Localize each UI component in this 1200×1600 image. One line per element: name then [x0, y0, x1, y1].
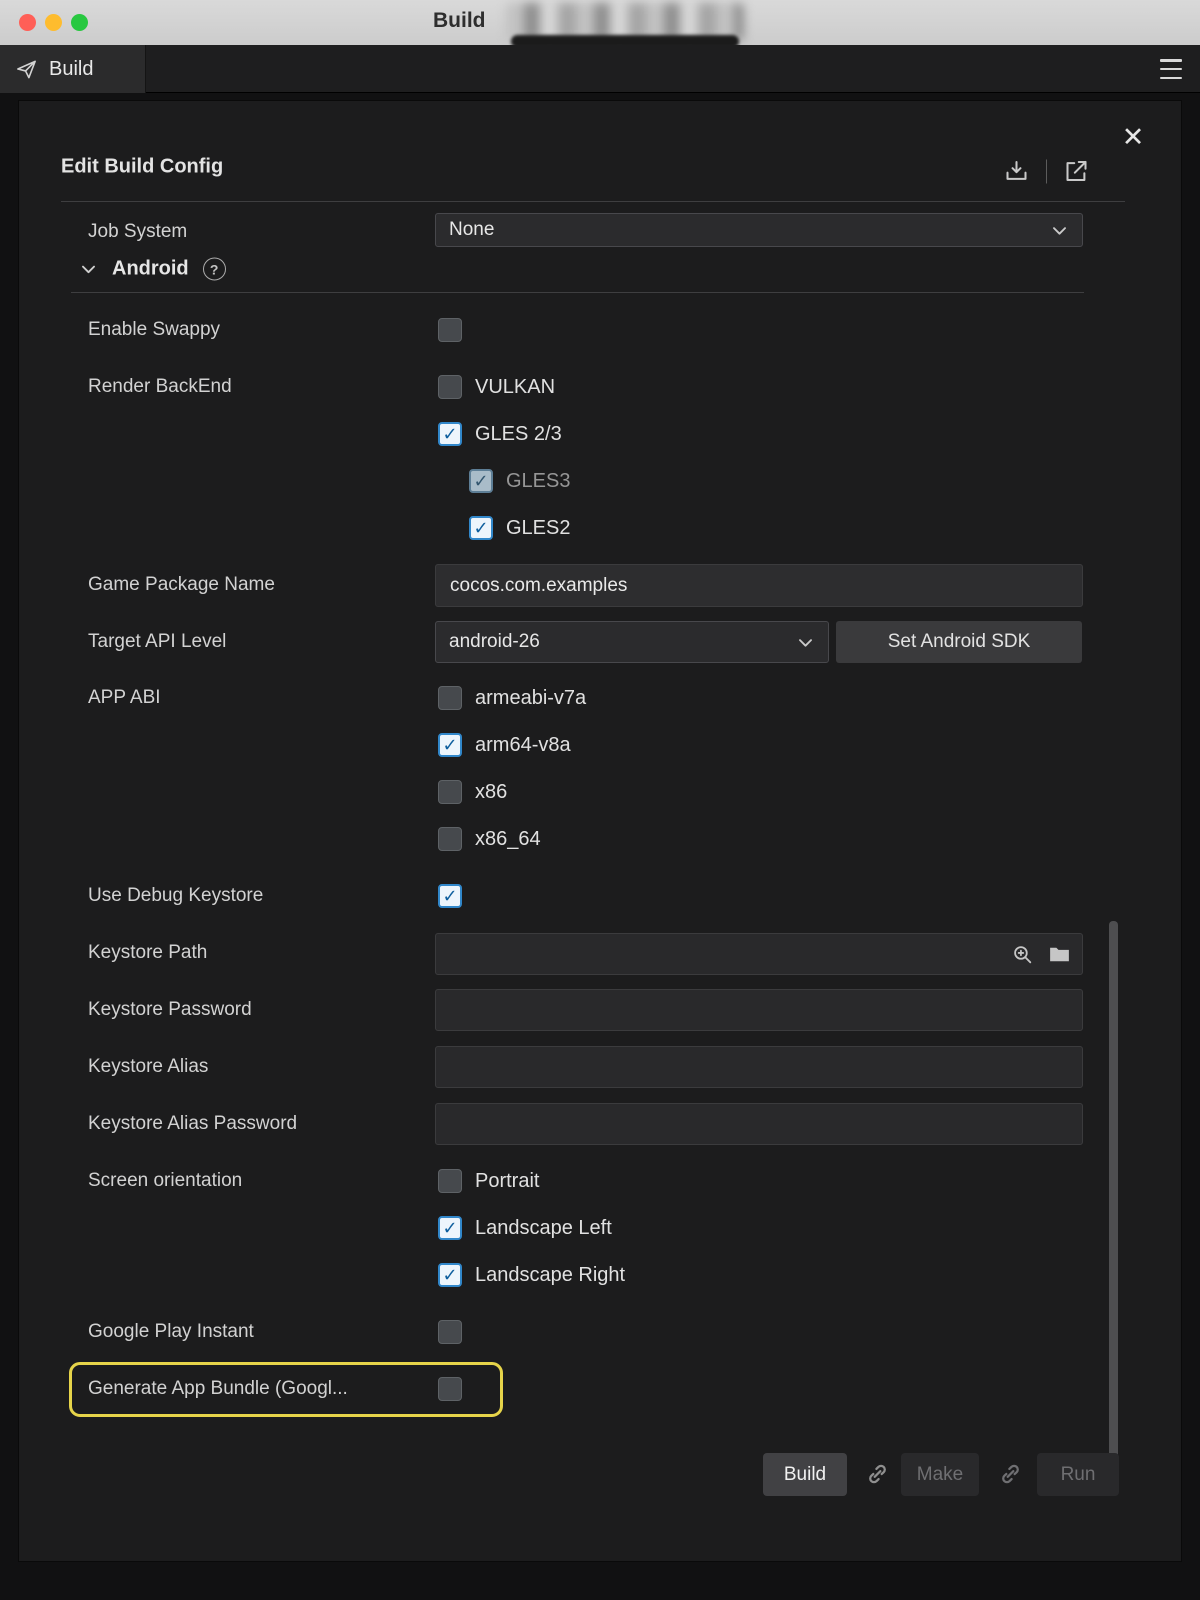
- keystore-password-label: Keystore Password: [88, 999, 252, 1021]
- render-backend-vulkan-row: VULKAN: [438, 375, 555, 399]
- x86-checkbox[interactable]: [438, 780, 462, 804]
- vulkan-label: VULKAN: [475, 376, 555, 399]
- job-system-select[interactable]: None: [435, 213, 1083, 247]
- target-api-level-select[interactable]: android-26: [435, 621, 829, 663]
- enable-swappy-row: [438, 318, 462, 342]
- target-api-level-value: android-26: [449, 631, 540, 653]
- x86-label: x86: [475, 781, 507, 804]
- run-button[interactable]: Run: [1037, 1453, 1119, 1496]
- enable-swappy-checkbox[interactable]: [438, 318, 462, 342]
- gles23-label: GLES 2/3: [475, 423, 562, 446]
- enable-swappy-label: Enable Swappy: [88, 319, 220, 341]
- gles23-checkbox[interactable]: [438, 422, 462, 446]
- landscape-left-label: Landscape Left: [475, 1217, 612, 1240]
- abi-x86-row: x86: [438, 780, 507, 804]
- job-system-label: Job System: [88, 221, 187, 243]
- app-abi-label: APP ABI: [88, 687, 161, 709]
- link-icon[interactable]: [864, 1461, 891, 1488]
- keystore-alias-label: Keystore Alias: [88, 1056, 208, 1078]
- landscape-right-label: Landscape Right: [475, 1264, 625, 1287]
- zoom-window-button[interactable]: [71, 14, 88, 31]
- android-section-label: Android: [112, 258, 189, 281]
- portrait-label: Portrait: [475, 1170, 539, 1193]
- paper-plane-icon: [15, 58, 38, 81]
- section-divider: [71, 292, 1084, 293]
- link-icon[interactable]: [997, 1461, 1024, 1488]
- tab-build[interactable]: Build: [0, 45, 146, 93]
- titlebar: Build: [0, 0, 1200, 45]
- keystore-password-input[interactable]: [435, 989, 1083, 1031]
- keystore-alias-input[interactable]: [435, 1046, 1083, 1088]
- use-debug-keystore-row: [438, 884, 462, 908]
- use-debug-keystore-label: Use Debug Keystore: [88, 885, 263, 907]
- target-api-level-label: Target API Level: [88, 631, 226, 653]
- keystore-path-label: Keystore Path: [88, 942, 207, 964]
- landscape-right-checkbox[interactable]: [438, 1263, 462, 1287]
- panel-menu-icon[interactable]: [1160, 59, 1182, 79]
- keystore-alias-password-input[interactable]: [435, 1103, 1083, 1145]
- keystore-alias-password-label: Keystore Alias Password: [88, 1113, 297, 1135]
- vertical-scrollbar[interactable]: [1109, 921, 1118, 1461]
- render-backend-gles3-row: GLES3: [469, 469, 570, 493]
- abi-armeabi-row: armeabi-v7a: [438, 686, 586, 710]
- keystore-path-input[interactable]: [435, 933, 1083, 975]
- google-play-instant-label: Google Play Instant: [88, 1321, 254, 1343]
- gles2-checkbox[interactable]: [469, 516, 493, 540]
- make-button[interactable]: Make: [901, 1453, 979, 1496]
- abi-arm64-row: arm64-v8a: [438, 733, 571, 757]
- job-system-value: None: [449, 219, 494, 241]
- header-divider: [61, 201, 1125, 202]
- help-icon[interactable]: ?: [203, 258, 226, 281]
- google-play-instant-row: [438, 1320, 462, 1344]
- gles3-checkbox[interactable]: [469, 469, 493, 493]
- orientation-portrait-row: Portrait: [438, 1169, 539, 1193]
- orientation-landscape-right-row: Landscape Right: [438, 1263, 625, 1287]
- chevron-down-icon: [1050, 221, 1069, 240]
- generate-app-bundle-checkbox[interactable]: [438, 1377, 462, 1401]
- close-icon[interactable]: ✕: [1117, 121, 1149, 153]
- x86-64-label: x86_64: [475, 828, 541, 851]
- landscape-left-checkbox[interactable]: [438, 1216, 462, 1240]
- minimize-window-button[interactable]: [45, 14, 62, 31]
- x86-64-checkbox[interactable]: [438, 827, 462, 851]
- build-button[interactable]: Build: [763, 1453, 847, 1496]
- screen-orientation-label: Screen orientation: [88, 1170, 242, 1192]
- dialog-title: Edit Build Config: [61, 156, 223, 179]
- tab-build-label: Build: [49, 58, 93, 81]
- zoom-icon[interactable]: [1010, 942, 1035, 967]
- android-section-header[interactable]: Android ?: [79, 258, 226, 281]
- render-backend-gles2-row: GLES2: [469, 516, 570, 540]
- gles2-label: GLES2: [506, 517, 570, 540]
- window-title: Build: [433, 9, 486, 33]
- edit-build-config-dialog: ✕ Edit Build Config Job System None Andr…: [18, 100, 1182, 1562]
- folder-icon[interactable]: [1047, 942, 1072, 967]
- import-config-icon[interactable]: [1003, 158, 1030, 185]
- generate-app-bundle-row: [438, 1377, 462, 1401]
- armeabi-v7a-checkbox[interactable]: [438, 686, 462, 710]
- chevron-down-icon: [796, 633, 815, 652]
- game-package-name-label: Game Package Name: [88, 574, 275, 596]
- close-window-button[interactable]: [19, 14, 36, 31]
- header-separator: [1046, 159, 1047, 183]
- generate-app-bundle-label: Generate App Bundle (Googl...: [88, 1378, 348, 1400]
- arm64-v8a-checkbox[interactable]: [438, 733, 462, 757]
- portrait-checkbox[interactable]: [438, 1169, 462, 1193]
- arm64-v8a-label: arm64-v8a: [475, 734, 571, 757]
- set-android-sdk-button[interactable]: Set Android SDK: [836, 621, 1082, 663]
- render-backend-label: Render BackEnd: [88, 376, 232, 398]
- collapse-chevron-icon: [79, 260, 98, 279]
- use-debug-keystore-checkbox[interactable]: [438, 884, 462, 908]
- tab-bar: Build: [0, 45, 1200, 93]
- game-package-name-input[interactable]: [435, 564, 1083, 607]
- gles3-label: GLES3: [506, 470, 570, 493]
- abi-x86-64-row: x86_64: [438, 827, 541, 851]
- render-backend-gles23-row: GLES 2/3: [438, 422, 562, 446]
- google-play-instant-checkbox[interactable]: [438, 1320, 462, 1344]
- export-config-icon[interactable]: [1063, 158, 1090, 185]
- vulkan-checkbox[interactable]: [438, 375, 462, 399]
- armeabi-v7a-label: armeabi-v7a: [475, 687, 586, 710]
- orientation-landscape-left-row: Landscape Left: [438, 1216, 612, 1240]
